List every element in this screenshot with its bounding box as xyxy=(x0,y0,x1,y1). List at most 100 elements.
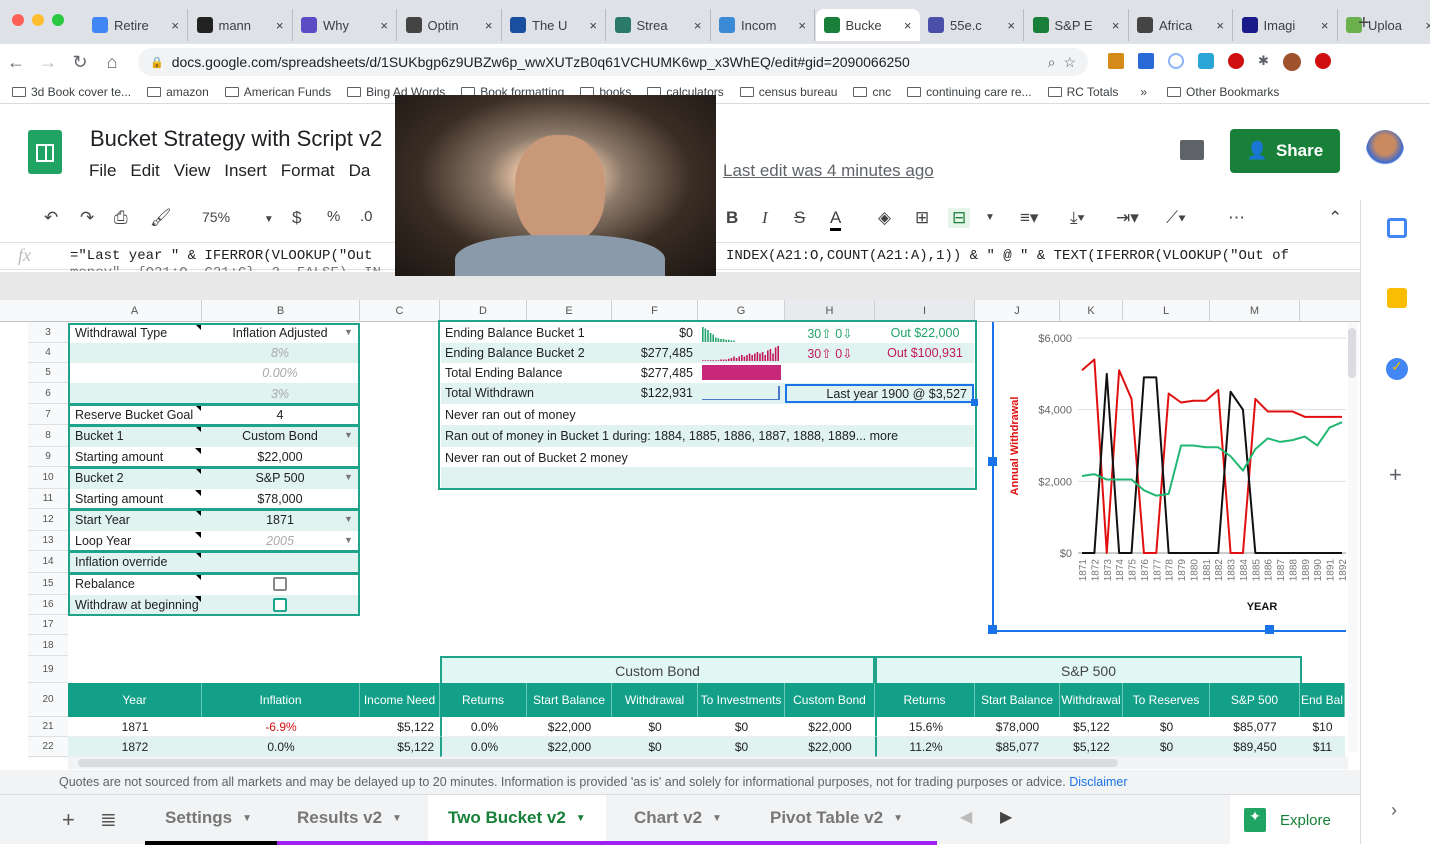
dropdown-arrow-icon[interactable]: ▼ xyxy=(392,813,402,824)
browser-tab[interactable]: The U× xyxy=(502,9,606,41)
table-cell[interactable]: $85,077 xyxy=(1210,717,1300,737)
table-cell[interactable]: $10 xyxy=(1300,717,1345,737)
bookmark-item[interactable]: RC Totals xyxy=(1048,85,1119,99)
close-tab-icon[interactable]: × xyxy=(589,18,597,33)
column-header-h[interactable]: H xyxy=(785,300,875,322)
back-icon[interactable]: ← xyxy=(0,52,32,73)
table-header-cell[interactable]: Start Balance xyxy=(527,683,612,717)
currency-format-button[interactable]: $ xyxy=(292,208,301,228)
table-cell[interactable]: 0.0% xyxy=(440,737,527,757)
table-cell[interactable]: $22,000 xyxy=(785,737,875,757)
explore-button[interactable]: ✦Explore xyxy=(1230,795,1360,845)
borders-icon[interactable]: ⊞ xyxy=(915,208,929,228)
column-header-b[interactable]: B xyxy=(202,300,360,322)
sheets-logo-icon[interactable] xyxy=(28,130,62,174)
redo-icon[interactable]: ↷ xyxy=(80,208,94,228)
disclaimer-link[interactable]: Disclaimer xyxy=(1069,775,1127,789)
horizontal-scrollbar[interactable] xyxy=(68,757,1348,769)
dropdown-arrow-icon[interactable]: ▼ xyxy=(893,813,903,824)
update-icon[interactable] xyxy=(1315,53,1331,69)
table-cell[interactable]: $0 xyxy=(698,737,785,757)
selected-cell[interactable]: Last year 1900 @ $3,527 xyxy=(785,384,974,403)
table-cell[interactable]: 1871 xyxy=(68,717,202,737)
browser-tab[interactable]: Retire× xyxy=(84,9,188,41)
merge-cells-icon[interactable]: ⊟ xyxy=(948,208,970,228)
sheet-tab-settings[interactable]: Settings▼ xyxy=(145,795,272,841)
percent-format-button[interactable]: % xyxy=(327,208,340,225)
table-cell[interactable]: 15.6% xyxy=(875,717,975,737)
scroll-tabs-left-icon[interactable]: ◀ xyxy=(960,807,972,827)
close-window-button[interactable] xyxy=(12,14,24,26)
bookmark-item[interactable]: census bureau xyxy=(740,85,838,99)
forward-icon[interactable]: → xyxy=(32,52,64,73)
table-header-cell[interactable]: Income Need xyxy=(360,683,440,717)
browser-tab[interactable]: S&P E× xyxy=(1025,9,1129,41)
close-tab-icon[interactable]: × xyxy=(694,18,702,33)
menu-format[interactable]: Format xyxy=(281,161,335,181)
table-cell[interactable]: $5,122 xyxy=(360,717,440,737)
column-header-i[interactable]: I xyxy=(875,300,975,322)
vertical-align-icon[interactable]: ⤓▾ xyxy=(1070,208,1085,228)
table-cell[interactable]: $0 xyxy=(612,737,698,757)
browser-tab[interactable]: Strea× xyxy=(607,9,711,41)
close-tab-icon[interactable]: × xyxy=(798,18,806,33)
table-cell[interactable]: $0 xyxy=(1123,717,1210,737)
print-icon[interactable]: ⎙ xyxy=(114,208,128,228)
table-cell[interactable]: $89,450 xyxy=(1210,737,1300,757)
row-header-19[interactable]: 19 xyxy=(28,656,68,683)
text-wrap-icon[interactable]: ⇥▾ xyxy=(1116,208,1139,228)
row-header-15[interactable]: 15 xyxy=(28,573,68,595)
table-cell[interactable]: $85,077 xyxy=(975,737,1060,757)
close-tab-icon[interactable]: × xyxy=(1321,18,1329,33)
row-header-20[interactable]: 20 xyxy=(28,683,68,717)
add-addon-icon[interactable]: + xyxy=(1389,462,1402,488)
document-title[interactable]: Bucket Strategy with Script v2 xyxy=(90,126,382,152)
column-header-f[interactable]: F xyxy=(612,300,698,322)
table-cell[interactable]: $0 xyxy=(612,717,698,737)
close-tab-icon[interactable]: × xyxy=(485,18,493,33)
table-cell[interactable]: 0.0% xyxy=(202,737,360,757)
row-header-12[interactable]: 12 xyxy=(28,509,68,531)
collapse-toolbar-icon[interactable]: ⌃ xyxy=(1328,208,1342,228)
fill-handle[interactable] xyxy=(971,399,978,406)
table-cell[interactable]: $22,000 xyxy=(785,717,875,737)
bookmark-other[interactable]: Other Bookmarks xyxy=(1167,85,1279,99)
minimize-window-button[interactable] xyxy=(32,14,44,26)
star-icon[interactable]: ☆ xyxy=(1063,54,1076,71)
row-header-6[interactable]: 6 xyxy=(28,383,68,404)
bold-icon[interactable]: B xyxy=(726,208,738,228)
table-cell[interactable]: $22,000 xyxy=(527,737,612,757)
keep-icon[interactable] xyxy=(1387,288,1407,308)
table-cell[interactable]: 1872 xyxy=(68,737,202,757)
extension-icon[interactable] xyxy=(1168,53,1184,69)
comments-icon[interactable] xyxy=(1180,140,1204,160)
browser-tab[interactable]: Optin× xyxy=(398,9,502,41)
browser-tab[interactable]: Imagi× xyxy=(1234,9,1338,41)
table-header-cell[interactable]: Inflation xyxy=(202,683,360,717)
column-header-k[interactable]: K xyxy=(1060,300,1123,322)
column-header-l[interactable]: L xyxy=(1123,300,1210,322)
column-header-d[interactable]: D xyxy=(440,300,527,322)
close-tab-icon[interactable]: × xyxy=(904,18,912,33)
table-header-cell[interactable]: To Investments xyxy=(698,683,785,717)
table-header-cell[interactable]: Returns xyxy=(440,683,527,717)
fill-color-icon[interactable]: ◈ xyxy=(878,208,891,228)
maximize-window-button[interactable] xyxy=(52,14,64,26)
row-header-22[interactable]: 22 xyxy=(28,737,68,757)
browser-tab[interactable]: 55e.c× xyxy=(920,9,1024,41)
zoom-select[interactable]: 75% ▼ xyxy=(202,209,274,225)
puzzle-icon[interactable]: ✱ xyxy=(1258,53,1269,71)
column-header-e[interactable]: E xyxy=(527,300,612,322)
row-header-3[interactable]: 3 xyxy=(28,323,68,343)
close-tab-icon[interactable]: × xyxy=(1425,18,1430,33)
extension-icon[interactable] xyxy=(1108,53,1124,69)
dropdown-arrow-icon[interactable]: ▼ xyxy=(712,813,722,824)
reload-icon[interactable]: ↻ xyxy=(64,52,96,73)
more-icon[interactable]: ⋯ xyxy=(1228,208,1245,228)
row-header-10[interactable]: 10 xyxy=(28,467,68,489)
paint-format-icon[interactable]: 🖌 xyxy=(150,208,172,228)
bookmark-item[interactable]: American Funds xyxy=(225,85,331,99)
share-button[interactable]: 👤Share xyxy=(1230,129,1340,173)
row-header-7[interactable]: 7 xyxy=(28,404,68,425)
scroll-tabs-right-icon[interactable]: ▶ xyxy=(1000,807,1012,827)
